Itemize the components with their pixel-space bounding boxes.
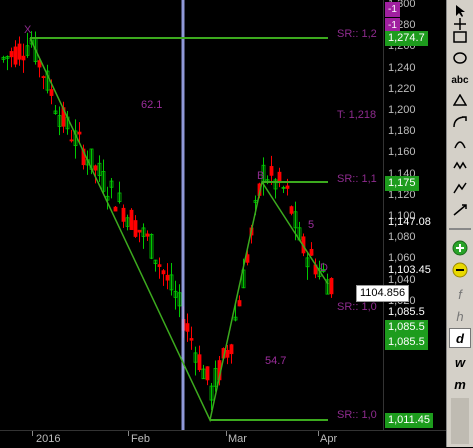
zoom-out-icon[interactable] [449,260,471,280]
candle-body [49,89,54,96]
candle-body [285,185,290,189]
candle-body [129,209,134,230]
point-b-label: B [257,170,265,182]
candle-body [77,131,82,135]
close-price-label: 1,103.45 [388,264,431,276]
price-tick-label: 1,180 [388,125,416,138]
price-tick-label: 1,220 [388,82,416,95]
candle-body [13,46,18,65]
candle-body [113,206,118,212]
time-tick [226,431,227,436]
time-label-mar: Mar [228,433,247,445]
sr-mid-price-label: 1,085.5 [388,306,425,318]
candle-body [229,344,234,355]
candle-body [309,248,314,256]
price-tick-label: 1,240 [388,61,416,74]
sr-mid-label: SR:: 1,0 [337,301,377,313]
time-tick [128,431,129,436]
time-label-2016: 2016 [36,433,61,445]
mini-label-1: -1 [385,2,400,17]
candle-body [185,323,190,332]
target-label: T: 1,218 [337,109,377,121]
fibonacci-icon[interactable] [449,178,471,198]
time-label-apr: Apr [320,433,338,445]
candle-body [21,55,26,61]
w-icon[interactable]: w [449,352,471,372]
m-icon[interactable]: m [449,374,471,394]
triangle-icon[interactable] [449,90,471,110]
candle-body [157,264,162,267]
candlestick-series [1,31,334,411]
sr-top-price-label: 1,274.7 [385,31,428,46]
drawing-toolbar: abc f h d w m [446,0,473,447]
d-icon[interactable]: d [449,328,471,348]
candle-body [9,51,14,58]
candle-body [165,274,170,281]
price-chart[interactable] [0,0,383,430]
current-price-label: 1,147.08 [388,216,431,228]
candle-body [237,300,242,307]
candle-body [269,166,274,176]
ellipse-icon[interactable] [449,48,471,68]
ratio-label-5: 5 [308,219,315,231]
sr-low-price-label: 1,011.45 [385,413,434,428]
time-label-feb: Feb [131,433,150,445]
arc-icon[interactable] [449,112,471,132]
point-x-label: X [24,24,32,36]
toolbar-separator [449,228,471,230]
candle-body [145,233,150,237]
time-tick [32,431,33,436]
ratio-label-62: 62.1 [141,99,163,111]
candle-body [41,76,46,78]
chart-area[interactable]: X B D 62.1 54.7 5 SR:: 1,2 T: 1,218 SR::… [0,0,383,430]
candle-body [17,43,22,60]
zoom-in-icon[interactable] [449,238,471,258]
candle-body [197,354,202,371]
candle-body [121,207,126,222]
price-tick-label: 1,160 [388,146,416,159]
candle-body [289,206,294,214]
charting-app: X B D 62.1 54.7 5 SR:: 1,2 T: 1,218 SR::… [0,0,473,448]
sr-b-label: SR:: 1,1 [337,173,377,185]
candle-body [329,278,334,295]
sr-mid-price-label-3: 1,085.5 [385,335,428,350]
candle-body [225,349,230,358]
candle-body [69,139,74,142]
candle-body [189,338,194,341]
candle-body [137,229,142,233]
point-d-label: D [320,262,328,274]
sr-low-label: SR:: 1,0 [337,409,377,421]
f-icon[interactable]: f [449,284,471,304]
candle-body [93,165,98,171]
price-axis[interactable]: 1,300 1,280 1,260 1,240 1,220 1,200 1,180 1,160… [356,0,442,430]
text-abc-icon[interactable]: abc [449,70,471,90]
time-tick [318,431,319,436]
wave-icon[interactable] [449,156,471,176]
rectangle-icon[interactable] [449,27,471,47]
price-tick-label: 1,080 [388,231,416,244]
toolbar-scroll-track[interactable] [451,398,469,444]
candle-body [205,366,210,381]
pitchfork-icon[interactable] [449,200,471,220]
sr-mid-price-label-2: 1,085.5 [385,320,428,335]
time-axis[interactable]: 2016 Feb Mar Apr [0,430,446,448]
hat-icon[interactable] [449,134,471,154]
b-level-price-label: 1,175 [385,176,419,191]
candle-body [133,220,138,237]
h-icon[interactable]: h [449,306,471,326]
candle-body [161,270,166,275]
cursor-price-label: 1104.856 [356,285,410,302]
price-tick-label: 1,200 [388,104,416,116]
sr-top-label: SR:: 1,2 [337,28,377,40]
ratio-label-54: 54.7 [265,355,287,367]
